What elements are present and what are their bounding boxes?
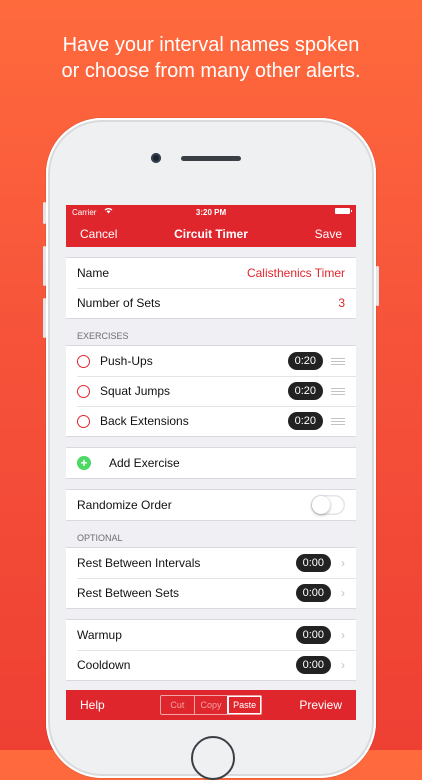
exercise-select-circle-icon[interactable] — [77, 414, 90, 428]
sets-label: Number of Sets — [77, 296, 161, 310]
page-title: Circuit Timer — [174, 227, 248, 241]
exercise-name: Squat Jumps — [100, 384, 171, 398]
copy-button[interactable]: Copy — [193, 696, 228, 714]
chevron-right-icon: › — [341, 556, 345, 570]
exercise-row[interactable]: Back Extensions 0:20 — [66, 406, 356, 436]
exercise-name: Back Extensions — [100, 414, 189, 428]
front-camera — [151, 153, 161, 163]
rest-intervals-badge: 0:00 — [295, 554, 331, 572]
exercise-name: Push-Ups — [100, 354, 153, 368]
save-button[interactable]: Save — [315, 227, 342, 241]
warmup-badge: 0:00 — [295, 626, 331, 644]
exercise-row[interactable]: Squat Jumps 0:20 — [66, 376, 356, 406]
cooldown-label: Cooldown — [77, 658, 131, 672]
reorder-handle-icon[interactable] — [331, 417, 345, 425]
rest-sets-label: Rest Between Sets — [77, 586, 180, 600]
name-value: Calisthenics Timer — [246, 266, 345, 280]
cut-button[interactable]: Cut — [161, 696, 194, 714]
app-screen: Carrier 3:20 PM Cancel Circuit Timer Sav… — [66, 205, 356, 720]
status-bar: Carrier 3:20 PM — [66, 205, 356, 219]
bottom-toolbar: Help Cut Copy Paste Preview — [66, 690, 356, 720]
add-exercise-label: Add Exercise — [109, 456, 180, 470]
edit-segmented-control: Cut Copy Paste — [160, 695, 262, 715]
name-label: Name — [77, 266, 110, 280]
general-settings-group: Name Calisthenics Timer Number of Sets 3 — [66, 257, 356, 319]
toggle-knob — [312, 496, 330, 514]
phone-volume-up — [43, 246, 46, 286]
chevron-right-icon: › — [341, 628, 345, 642]
warmup-row[interactable]: Warmup 0:00 › — [66, 620, 356, 650]
status-time: 3:20 PM — [195, 208, 227, 217]
exercise-duration-badge[interactable]: 0:20 — [287, 352, 323, 370]
headline-line-2: or choose from many other alerts. — [61, 60, 361, 82]
optional-section-header: OPTIONAL — [77, 533, 123, 543]
exercises-group: Push-Ups 0:20 Squat Jumps 0:20 Back Exte… — [66, 345, 356, 437]
warmup-cooldown-group: Warmup 0:00 › Cooldown 0:00 › — [66, 619, 356, 681]
chevron-right-icon: › — [341, 586, 345, 600]
phone-side-button — [43, 202, 46, 224]
rest-between-intervals-row[interactable]: Rest Between Intervals 0:00 › — [66, 548, 356, 578]
phone-power-button — [376, 266, 379, 306]
battery-icon — [335, 208, 352, 214]
exercise-duration-badge[interactable]: 0:20 — [287, 382, 323, 400]
add-exercise-group: + Add Exercise — [66, 447, 356, 479]
cooldown-badge: 0:00 — [295, 656, 331, 674]
reorder-handle-icon[interactable] — [331, 357, 345, 365]
preview-button[interactable]: Preview — [299, 698, 342, 712]
exercise-row[interactable]: Push-Ups 0:20 — [66, 346, 356, 376]
randomize-order-label: Randomize Order — [77, 498, 172, 512]
rest-between-sets-row[interactable]: Rest Between Sets 0:00 › — [66, 578, 356, 608]
home-button[interactable] — [191, 736, 235, 780]
help-button[interactable]: Help — [80, 698, 105, 712]
phone-volume-down — [43, 298, 46, 338]
exercises-section-header: EXERCISES — [77, 331, 129, 341]
exercise-duration-badge[interactable]: 0:20 — [287, 412, 323, 430]
rest-sets-badge: 0:00 — [295, 584, 331, 602]
earpiece-speaker — [181, 156, 241, 161]
exercise-select-circle-icon[interactable] — [77, 354, 90, 368]
warmup-label: Warmup — [77, 628, 122, 642]
name-row[interactable]: Name Calisthenics Timer — [66, 258, 356, 288]
reorder-handle-icon[interactable] — [331, 387, 345, 395]
rest-group: Rest Between Intervals 0:00 › Rest Betwe… — [66, 547, 356, 609]
chevron-right-icon: › — [341, 658, 345, 672]
sets-value: 3 — [338, 296, 345, 310]
exercise-select-circle-icon[interactable] — [77, 384, 90, 398]
number-of-sets-row[interactable]: Number of Sets 3 — [66, 288, 356, 318]
navigation-bar: Cancel Circuit Timer Save — [66, 219, 356, 247]
plus-icon: + — [77, 456, 91, 470]
headline-line-1: Have your interval names spoken — [62, 34, 360, 56]
cooldown-row[interactable]: Cooldown 0:00 › — [66, 650, 356, 680]
marketing-headline: Have your interval names spoken or choos… — [0, 32, 422, 84]
randomize-group: Randomize Order — [66, 489, 356, 521]
paste-button[interactable]: Paste — [227, 696, 261, 714]
randomize-order-toggle[interactable] — [311, 495, 345, 515]
add-exercise-button[interactable]: + Add Exercise — [66, 448, 356, 478]
rest-intervals-label: Rest Between Intervals — [77, 556, 201, 570]
randomize-order-row: Randomize Order — [66, 490, 356, 520]
